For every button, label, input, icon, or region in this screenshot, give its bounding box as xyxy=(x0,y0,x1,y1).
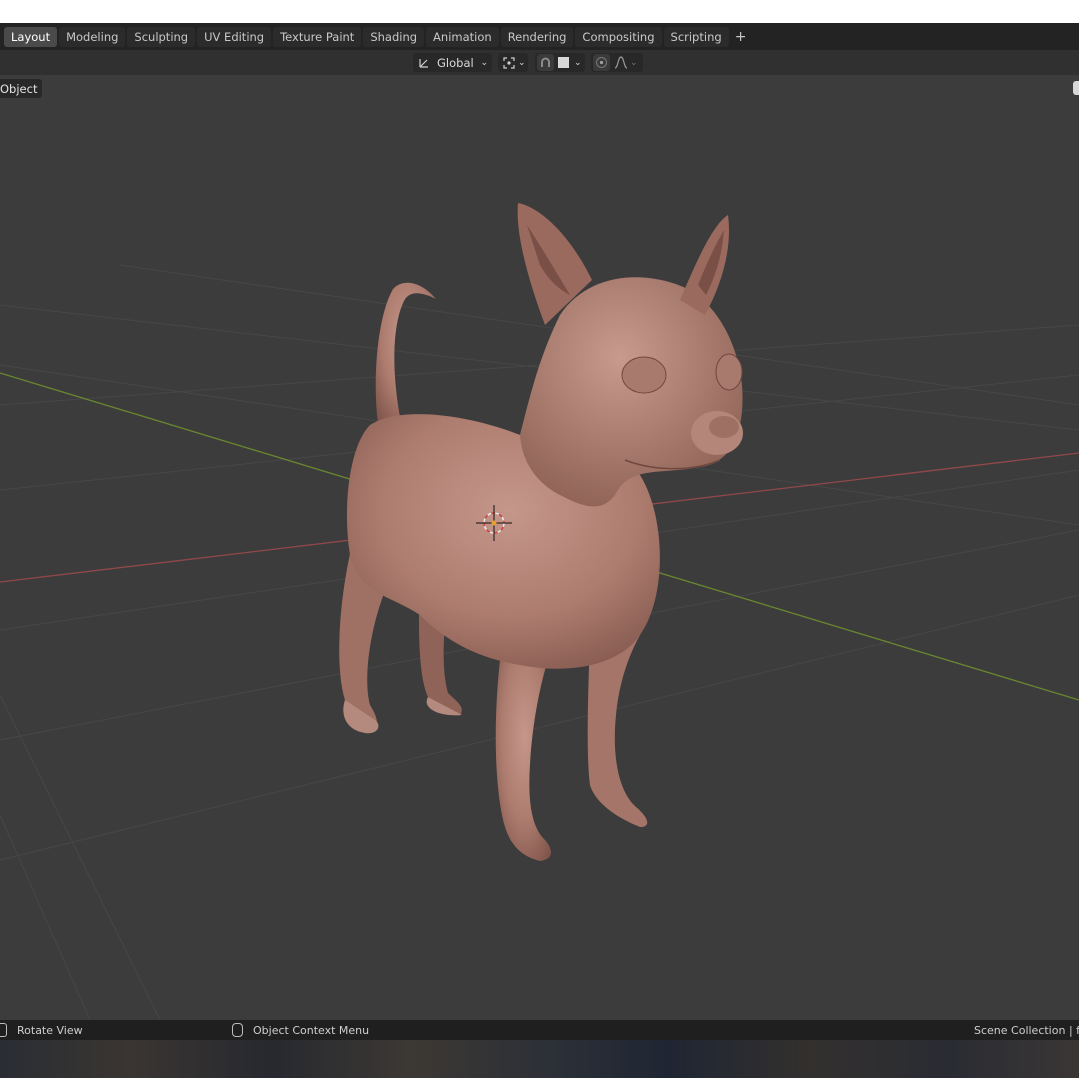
status-context-menu: Object Context Menu xyxy=(232,1020,369,1040)
snapping-controls: ⌄ xyxy=(535,53,585,72)
tab-shading[interactable]: Shading xyxy=(363,27,425,47)
rotate-view-label: Rotate View xyxy=(17,1023,83,1037)
3d-viewport[interactable]: Object xyxy=(0,75,1079,1020)
proportional-editing-icon[interactable] xyxy=(593,54,610,71)
tab-scripting[interactable]: Scripting xyxy=(663,27,729,47)
tab-compositing[interactable]: Compositing xyxy=(575,27,662,47)
desktop-background xyxy=(0,1040,1079,1078)
orientation-gizmo-icon xyxy=(417,56,431,70)
collection-label: Scene Collection | fe xyxy=(974,1023,1079,1037)
tab-animation[interactable]: Animation xyxy=(426,27,499,47)
viewport-scene xyxy=(0,203,1079,1020)
object-mode-dropdown[interactable]: Object xyxy=(0,79,43,98)
tab-modeling[interactable]: Modeling xyxy=(59,27,126,47)
snap-increment-icon[interactable] xyxy=(558,57,569,68)
proportional-editing-controls: ⌄ xyxy=(591,53,643,72)
tab-texture-paint[interactable]: Texture Paint xyxy=(273,27,362,47)
tab-sculpting[interactable]: Sculpting xyxy=(127,27,196,47)
chevron-down-icon: ⌄ xyxy=(518,57,526,68)
add-workspace-button[interactable]: + xyxy=(731,27,751,47)
viewport-header: Global ⌄ ⌄ ⌄ ⌄ xyxy=(0,50,1079,75)
tab-uv-editing[interactable]: UV Editing xyxy=(197,27,272,47)
viewport-corner-icon[interactable] xyxy=(1073,81,1079,95)
transform-orientation-dropdown[interactable]: Global ⌄ xyxy=(413,53,492,72)
mouse-middle-icon xyxy=(0,1023,7,1037)
chevron-down-icon[interactable]: ⌄ xyxy=(630,58,638,68)
pivot-point-dropdown[interactable]: ⌄ xyxy=(498,53,528,72)
status-bar: Rotate View Object Context Menu Scene Co… xyxy=(0,1020,1079,1040)
workspace-tab-bar: Layout Modeling Sculpting UV Editing Texture… xyxy=(0,23,1079,50)
status-rotate-view: Rotate View xyxy=(0,1020,83,1040)
tab-rendering[interactable]: Rendering xyxy=(500,27,574,47)
object-mode-label: Object xyxy=(0,81,38,96)
mouse-right-icon xyxy=(232,1023,243,1037)
workspace-tabs: Layout Modeling Sculpting UV Editing Texture… xyxy=(4,27,751,47)
orientation-label: Global xyxy=(437,55,474,70)
tab-layout[interactable]: Layout xyxy=(4,27,58,47)
status-collection: Scene Collection | fe xyxy=(974,1020,1079,1040)
snap-magnet-icon[interactable] xyxy=(537,54,554,71)
falloff-curve-icon[interactable] xyxy=(614,56,628,69)
context-menu-label: Object Context Menu xyxy=(253,1023,370,1037)
chevron-down-icon[interactable]: ⌄ xyxy=(574,58,582,68)
chevron-down-icon: ⌄ xyxy=(480,57,488,68)
pivot-point-icon xyxy=(502,56,516,70)
